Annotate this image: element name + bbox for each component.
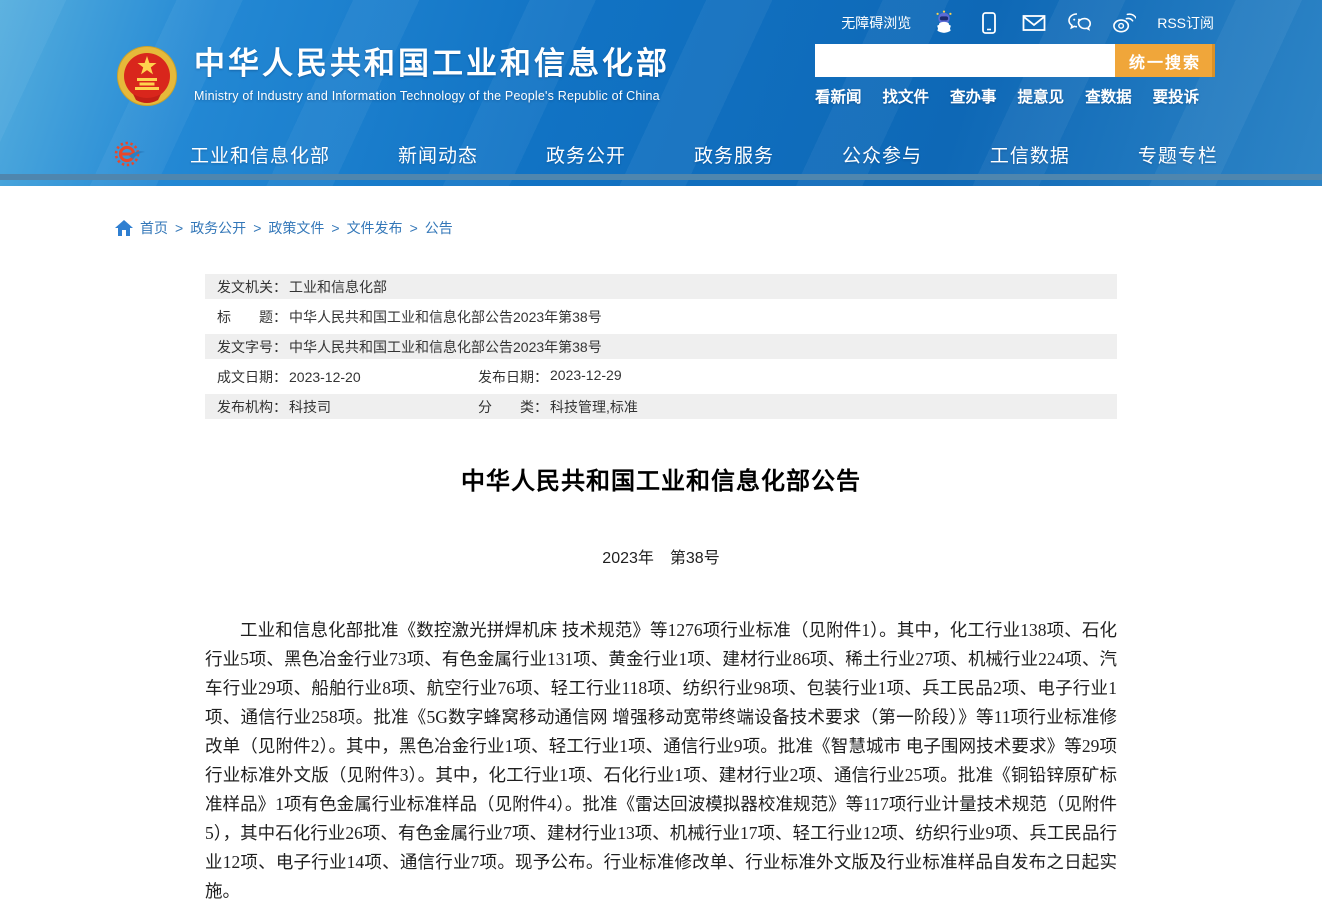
meta-label: 发文字号：	[217, 337, 287, 357]
page-content: 首页 > 政务公开 > 政策文件 > 文件发布 > 公告 发文机关： 工业和信息…	[0, 218, 1322, 906]
main-navigation: 工业和信息化部 新闻动态 政务公开 政务服务 公众参与 工信数据 专题专栏	[0, 128, 1322, 180]
nav-item-special-topics[interactable]: 专题专栏	[1138, 141, 1218, 168]
brand-row: 中华人民共和国工业和信息化部 Ministry of Industry and …	[115, 44, 1215, 108]
quick-link-feedback[interactable]: 提意见	[1018, 85, 1065, 107]
meta-label: 发布机构：	[217, 397, 287, 417]
site-title-en: Ministry of Industry and Information Tec…	[194, 89, 670, 103]
breadcrumb-document-release[interactable]: 文件发布	[347, 218, 403, 238]
meta-row-issuing-authority: 发文机关： 工业和信息化部	[205, 274, 1117, 299]
document-meta-table: 发文机关： 工业和信息化部 标 题： 中华人民共和国工业和信息化部公告2023年…	[205, 274, 1117, 419]
article-title: 中华人民共和国工业和信息化部公告	[0, 461, 1322, 496]
wechat-icon[interactable]	[1067, 11, 1091, 35]
breadcrumb-separator: >	[331, 220, 339, 236]
meta-label: 成文日期：	[217, 367, 287, 387]
meta-value: 中华人民共和国工业和信息化部公告2023年第38号	[289, 307, 602, 327]
quick-link-complaint[interactable]: 要投诉	[1153, 85, 1200, 107]
home-icon[interactable]	[115, 220, 133, 236]
quick-links: 看新闻 找文件 查办事 提意见 查数据 要投诉	[815, 85, 1215, 107]
meta-value: 2023-12-29	[550, 367, 622, 387]
nav-item-miit[interactable]: 工业和信息化部	[190, 141, 330, 168]
meta-value: 工业和信息化部	[289, 277, 387, 297]
meta-label: 发布日期：	[478, 367, 548, 387]
breadcrumb-home[interactable]: 首页	[140, 218, 168, 238]
search-area: 统一搜索 看新闻 找文件 查办事 提意见 查数据 要投诉	[815, 44, 1215, 108]
quick-link-documents[interactable]: 找文件	[883, 85, 930, 107]
mail-icon[interactable]	[1022, 11, 1046, 35]
meta-value: 科技管理,标准	[550, 397, 638, 417]
breadcrumb-gov-disclosure[interactable]: 政务公开	[190, 218, 246, 238]
site-header: 无障碍浏览	[0, 0, 1322, 186]
mobile-icon[interactable]	[977, 11, 1001, 35]
meta-label: 分 类：	[478, 397, 548, 417]
miit-e-logo-icon	[113, 139, 147, 169]
meta-value: 科技司	[289, 397, 331, 417]
quick-link-services[interactable]: 查办事	[950, 85, 997, 107]
search-input[interactable]	[815, 44, 1115, 77]
meta-value: 2023-12-20	[289, 369, 361, 385]
meta-row-publisher-category: 发布机构： 科技司 分 类： 科技管理,标准	[205, 394, 1117, 419]
breadcrumb: 首页 > 政务公开 > 政策文件 > 文件发布 > 公告	[115, 218, 1322, 238]
breadcrumb-policy-documents[interactable]: 政策文件	[268, 218, 324, 238]
nav-item-news[interactable]: 新闻动态	[398, 141, 478, 168]
meta-label: 标 题：	[217, 307, 287, 327]
nav-items: 工业和信息化部 新闻动态 政务公开 政务服务 公众参与 工信数据 专题专栏	[190, 141, 1218, 168]
breadcrumb-separator: >	[253, 220, 261, 236]
accessibility-link[interactable]: 无障碍浏览	[841, 13, 911, 33]
nav-item-gov-disclosure[interactable]: 政务公开	[546, 141, 626, 168]
meta-row-document-number: 发文字号： 中华人民共和国工业和信息化部公告2023年第38号	[205, 334, 1117, 359]
meta-row-dates: 成文日期： 2023-12-20 发布日期： 2023-12-29	[205, 364, 1117, 389]
weibo-icon[interactable]	[1112, 11, 1136, 35]
breadcrumb-separator: >	[175, 220, 183, 236]
nav-item-public-participation[interactable]: 公众参与	[842, 141, 922, 168]
unified-search-button[interactable]: 统一搜索	[1115, 44, 1215, 77]
breadcrumb-announcement[interactable]: 公告	[425, 218, 453, 238]
rss-link[interactable]: RSS订阅	[1157, 13, 1214, 33]
robot-mascot-icon[interactable]	[932, 11, 956, 35]
utility-bar: 无障碍浏览	[0, 0, 1322, 46]
meta-label: 发文机关：	[217, 277, 287, 297]
quick-link-data[interactable]: 查数据	[1085, 85, 1132, 107]
article-body-paragraph: 工业和信息化部批准《数控激光拼焊机床 技术规范》等1276项行业标准（见附件1）…	[205, 616, 1117, 906]
quick-link-news[interactable]: 看新闻	[815, 85, 862, 107]
national-emblem-logo[interactable]	[115, 44, 179, 108]
brand-text: 中华人民共和国工业和信息化部 Ministry of Industry and …	[194, 44, 670, 108]
nav-bottom-strip	[0, 174, 1322, 180]
meta-value: 中华人民共和国工业和信息化部公告2023年第38号	[289, 337, 602, 357]
nav-item-gov-services[interactable]: 政务服务	[694, 141, 774, 168]
meta-row-title: 标 题： 中华人民共和国工业和信息化部公告2023年第38号	[205, 304, 1117, 329]
breadcrumb-separator: >	[410, 220, 418, 236]
article-issue-number: 2023年 第38号	[0, 544, 1322, 568]
site-title-cn: 中华人民共和国工业和信息化部	[194, 44, 670, 84]
nav-item-miit-data[interactable]: 工信数据	[990, 141, 1070, 168]
